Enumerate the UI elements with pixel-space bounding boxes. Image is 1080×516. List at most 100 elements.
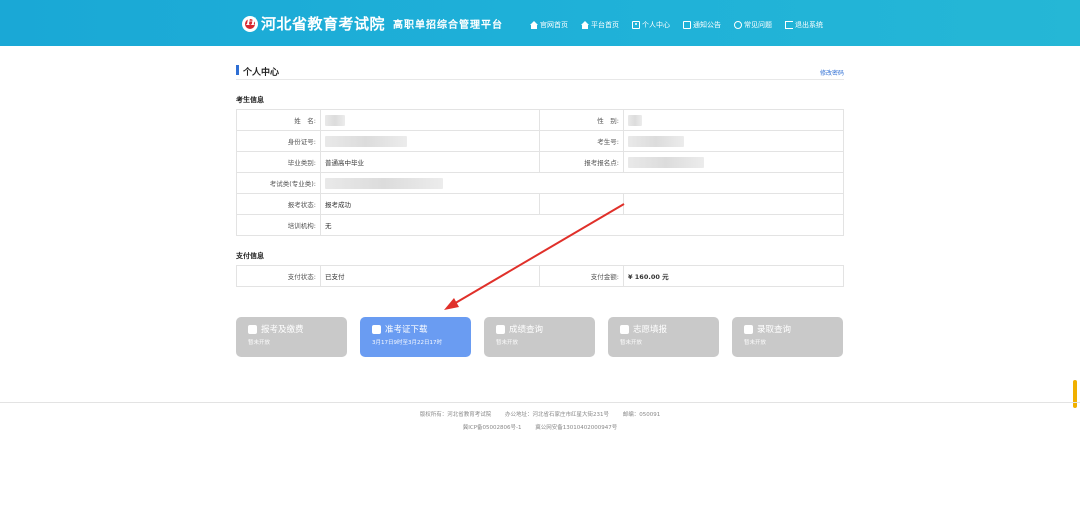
redacted-id-number bbox=[325, 135, 407, 147]
graduation-cap-icon bbox=[620, 324, 629, 334]
exam-authority-logo-icon bbox=[242, 15, 258, 32]
footer-police-record-link[interactable]: 冀公网安备13010402000947号 bbox=[535, 425, 617, 431]
payment-info-title: 支付信息 bbox=[236, 252, 264, 260]
table-row: 身份证号: 考生号: bbox=[236, 130, 844, 152]
personal-center-panel: 个人中心 修改密码 考生信息 姓 名: 性 别: 身份证号: 考生号: 毕业类别… bbox=[236, 62, 844, 287]
id-number-value bbox=[320, 130, 540, 152]
action-status: 3月17日9时至3月22日17时 bbox=[372, 340, 442, 346]
gender-label: 性 别: bbox=[539, 109, 624, 131]
nav-label: 退出系统 bbox=[795, 21, 823, 29]
examinee-number-value bbox=[623, 130, 844, 152]
redacted-examinee-number bbox=[628, 135, 684, 147]
gender-value bbox=[623, 109, 844, 131]
redacted-registration-site bbox=[628, 156, 704, 168]
nav-logout[interactable]: 退出系统 bbox=[785, 20, 823, 30]
table-row: 支付状态: 已支付 支付金额: ¥ 160.00 元 bbox=[236, 265, 844, 287]
nav-label: 通知公告 bbox=[693, 21, 721, 29]
id-number-label: 身份证号: bbox=[236, 130, 321, 152]
nav-faq[interactable]: 常见问题 bbox=[734, 20, 772, 30]
nav-platform-home[interactable]: 平台首页 bbox=[581, 20, 619, 30]
table-row: 培训机构: 无 bbox=[236, 214, 844, 236]
empty-label bbox=[539, 193, 624, 215]
examinee-info-table: 姓 名: 性 别: 身份证号: 考生号: 毕业类别: 普通高中毕业 报考报名点:… bbox=[236, 109, 844, 236]
nav-label: 官网首页 bbox=[540, 21, 568, 29]
site-title: 河北省教育考试院 bbox=[261, 15, 386, 33]
examinee-number-label: 考生号: bbox=[539, 130, 624, 152]
service-actions: 报考及缴费 暂未开放 准考证下载 3月17日9时至3月22日17时 成绩查询 暂… bbox=[236, 317, 844, 357]
name-value bbox=[320, 109, 540, 131]
action-label: 准考证下载 bbox=[385, 325, 428, 335]
site-logo[interactable]: 河北省教育考试院 高职单招综合管理平台 bbox=[242, 13, 503, 34]
action-label: 录取查询 bbox=[757, 325, 792, 335]
action-label: 报考及缴费 bbox=[261, 325, 304, 335]
action-status: 暂未开放 bbox=[620, 340, 643, 346]
registration-status-label: 报考状态: bbox=[236, 193, 321, 215]
exam-category-value bbox=[320, 172, 844, 194]
table-row: 报考状态: 报考成功 bbox=[236, 193, 844, 215]
user-pay-icon bbox=[248, 324, 257, 334]
change-password-link[interactable]: 修改密码 bbox=[820, 68, 844, 77]
training-org-label: 培训机构: bbox=[236, 214, 321, 236]
action-status: 暂未开放 bbox=[744, 340, 767, 346]
top-nav: 官网首页 平台首页 个人中心 通知公告 常见问题 退出系统 bbox=[530, 20, 836, 30]
redacted-exam-category bbox=[325, 177, 443, 189]
payment-amount-value: ¥ 160.00 元 bbox=[623, 265, 844, 287]
payment-amount-label: 支付金额: bbox=[539, 265, 624, 287]
registration-status-value: 报考成功 bbox=[320, 193, 540, 215]
platform-subtitle: 高职单招综合管理平台 bbox=[393, 20, 504, 31]
action-label: 志愿填报 bbox=[633, 325, 668, 335]
footer-postcode-text: 邮编：050091 bbox=[622, 412, 661, 418]
action-status: 暂未开放 bbox=[248, 340, 271, 346]
footer-copyright-text: 版权所有：河北省教育考试院 bbox=[419, 412, 492, 418]
register-and-pay-button[interactable]: 报考及缴费 暂未开放 bbox=[236, 317, 347, 357]
admission-ticket-download-button[interactable]: 准考证下载 3月17日9时至3月22日17时 bbox=[360, 317, 471, 357]
training-org-value: 无 bbox=[320, 214, 844, 236]
graduation-type-label: 毕业类别: bbox=[236, 151, 321, 173]
chat-icon bbox=[734, 21, 742, 29]
payment-info-table: 支付状态: 已支付 支付金额: ¥ 160.00 元 bbox=[236, 265, 844, 287]
home-icon bbox=[530, 21, 538, 29]
footer-registration: 冀ICP备05002806号-1 冀公网安备13010402000947号 bbox=[0, 423, 1080, 431]
graduation-type-value: 普通高中毕业 bbox=[320, 151, 540, 173]
footer-copyright: 版权所有：河北省教育考试院 办公地址：河北省石家庄市红星大街231号 邮编：05… bbox=[0, 410, 1080, 418]
title-accent-bar bbox=[236, 65, 239, 75]
application-filling-button[interactable]: 志愿填报 暂未开放 bbox=[608, 317, 719, 357]
payment-status-value: 已支付 bbox=[320, 265, 540, 287]
page-title: 个人中心 bbox=[243, 68, 280, 78]
score-query-button[interactable]: 成绩查询 暂未开放 bbox=[484, 317, 595, 357]
action-status: 暂未开放 bbox=[496, 340, 519, 346]
document-icon bbox=[683, 21, 691, 29]
nav-label: 平台首页 bbox=[591, 21, 619, 29]
payment-status-label: 支付状态: bbox=[236, 265, 321, 287]
nav-personal-center[interactable]: 个人中心 bbox=[632, 20, 670, 30]
admission-query-button[interactable]: 录取查询 暂未开放 bbox=[732, 317, 843, 357]
exit-icon bbox=[785, 21, 793, 29]
registration-site-label: 报考报名点: bbox=[539, 151, 624, 173]
nav-label: 常见问题 bbox=[744, 21, 772, 29]
empty-value bbox=[623, 193, 844, 215]
footer-icp-link[interactable]: 冀ICP备05002806号-1 bbox=[463, 425, 522, 431]
redacted-gender bbox=[628, 114, 642, 126]
footer-address-text: 办公地址：河北省石家庄市红星大街231号 bbox=[505, 412, 609, 418]
star-icon bbox=[496, 324, 505, 334]
home-icon bbox=[581, 21, 589, 29]
nav-label: 个人中心 bbox=[642, 21, 670, 29]
annotation-arrow-head bbox=[444, 298, 459, 310]
exam-category-label: 考试类(专业类): bbox=[236, 172, 321, 194]
nav-official-home[interactable]: 官网首页 bbox=[530, 20, 568, 30]
user-icon bbox=[632, 21, 640, 29]
examinee-info-title: 考生信息 bbox=[236, 96, 264, 104]
registration-site-value bbox=[623, 151, 844, 173]
top-header: 河北省教育考试院 高职单招综合管理平台 官网首页 平台首页 个人中心 通知公告 … bbox=[0, 0, 1080, 46]
redacted-name bbox=[325, 114, 345, 126]
scrollbar-handle[interactable] bbox=[1073, 380, 1077, 408]
inbox-icon bbox=[744, 324, 753, 334]
footer-divider bbox=[0, 402, 1080, 403]
name-label: 姓 名: bbox=[236, 109, 321, 131]
table-row: 毕业类别: 普通高中毕业 报考报名点: bbox=[236, 151, 844, 173]
table-row: 姓 名: 性 别: bbox=[236, 109, 844, 131]
table-row: 考试类(专业类): bbox=[236, 172, 844, 194]
page-title-row: 个人中心 修改密码 bbox=[236, 62, 844, 80]
action-label: 成绩查询 bbox=[509, 325, 544, 335]
nav-announcements[interactable]: 通知公告 bbox=[683, 20, 721, 30]
